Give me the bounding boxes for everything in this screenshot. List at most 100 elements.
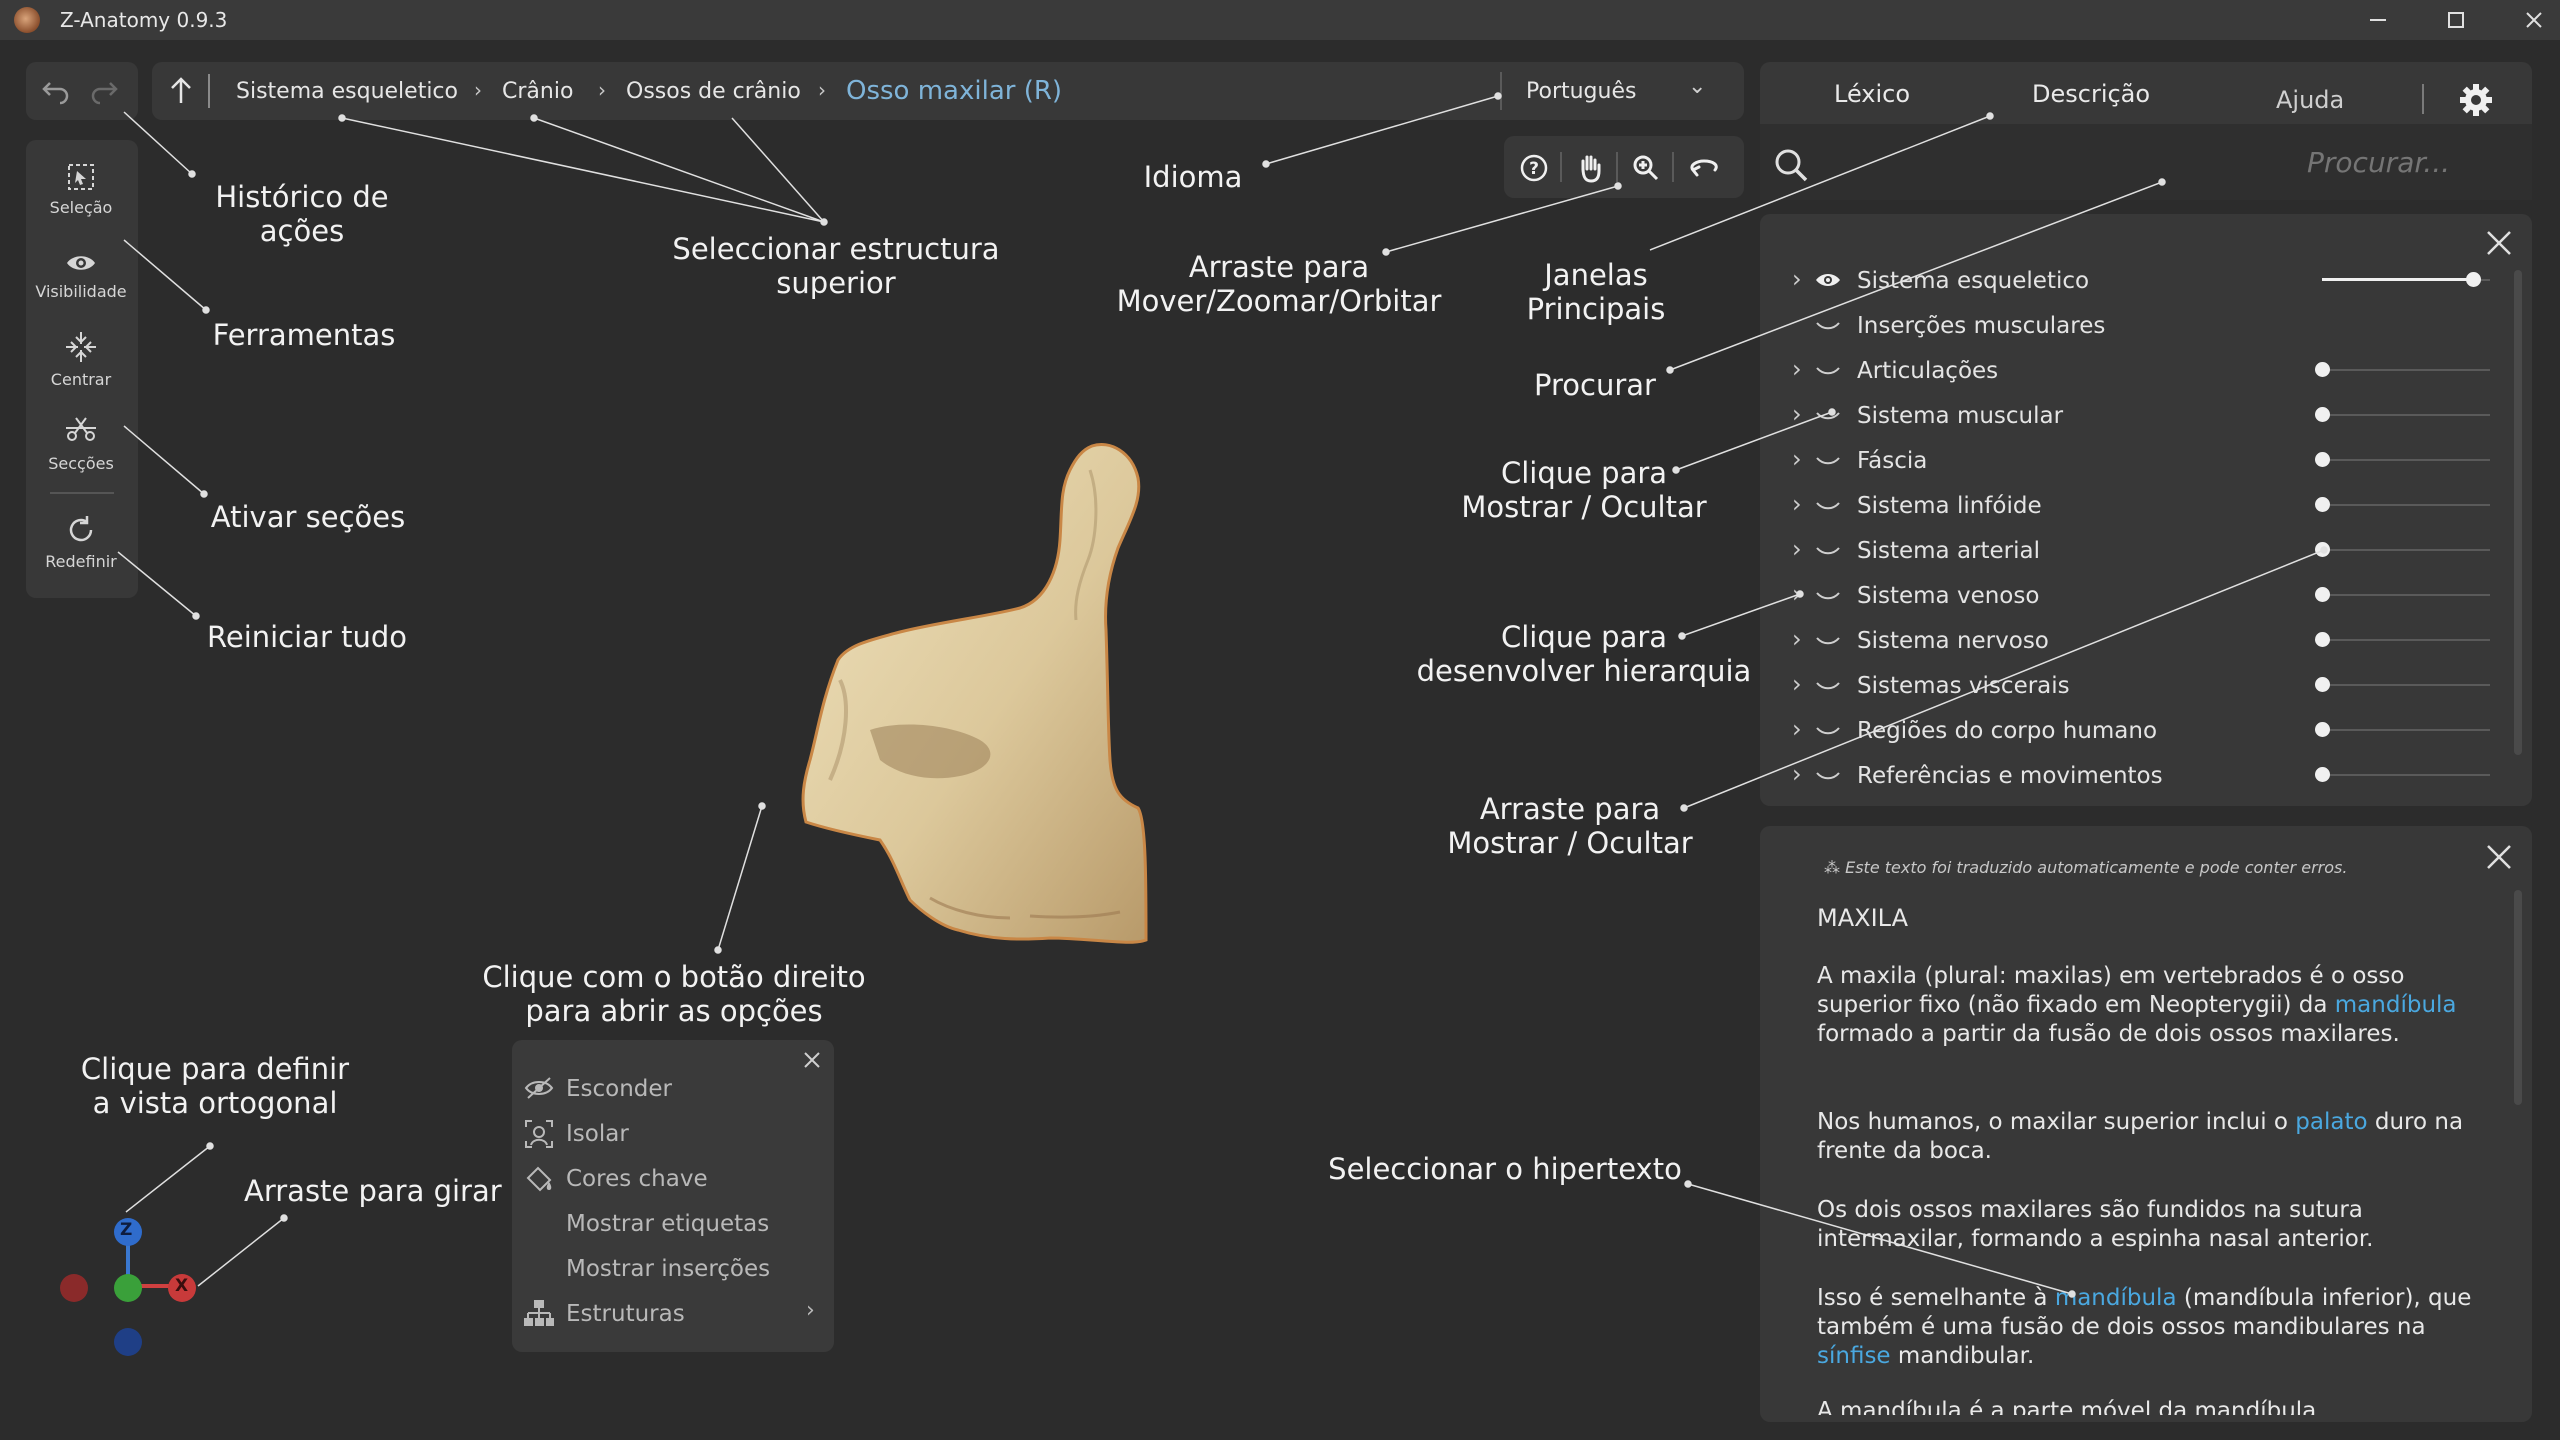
- layer-row[interactable]: › Sistemas viscerais: [1782, 663, 2502, 708]
- layer-row[interactable]: › Referências e movimentos: [1782, 753, 2502, 798]
- search-input[interactable]: [1830, 140, 2450, 184]
- close-icon[interactable]: [2482, 226, 2516, 260]
- opacity-slider-handle[interactable]: [2315, 677, 2330, 692]
- up-arrow-button[interactable]: [162, 72, 200, 110]
- layer-row[interactable]: › Sistema muscular: [1782, 393, 2502, 438]
- chevron-right-icon[interactable]: ›: [1792, 355, 1802, 383]
- opacity-slider-handle[interactable]: [2315, 632, 2330, 647]
- breadcrumb-item-cranio[interactable]: Crânio: [502, 79, 573, 104]
- context-menu-item[interactable]: Isolar: [566, 1121, 629, 1147]
- search-icon[interactable]: [1772, 146, 1812, 186]
- tab-lexico[interactable]: Léxico: [1834, 80, 1910, 108]
- chevron-right-icon[interactable]: ›: [1792, 715, 1802, 743]
- tab-descricao[interactable]: Descrição: [2032, 80, 2150, 108]
- close-window-button[interactable]: [2504, 0, 2560, 40]
- chevron-right-icon[interactable]: ›: [1792, 625, 1802, 653]
- opacity-slider-handle[interactable]: [2315, 767, 2330, 782]
- chevron-right-icon[interactable]: ›: [1792, 760, 1802, 788]
- gear-icon[interactable]: [2456, 80, 2496, 120]
- opacity-slider-track[interactable]: [2322, 369, 2490, 371]
- opacity-slider-handle[interactable]: [2315, 542, 2330, 557]
- eye-closed-icon[interactable]: [1814, 675, 1842, 695]
- context-menu-item[interactable]: Mostrar etiquetas: [566, 1211, 769, 1237]
- opacity-slider-handle[interactable]: [2315, 497, 2330, 512]
- chevron-right-icon[interactable]: ›: [1792, 535, 1802, 563]
- layer-row[interactable]: › Sistema arterial: [1782, 528, 2502, 573]
- chevron-right-icon[interactable]: ›: [1792, 400, 1802, 428]
- eye-closed-icon[interactable]: [1814, 315, 1842, 335]
- opacity-slider-track[interactable]: [2322, 414, 2490, 416]
- opacity-slider-handle[interactable]: [2315, 587, 2330, 602]
- layers-scrollbar[interactable]: [2514, 270, 2522, 755]
- chevron-right-icon[interactable]: ›: [1792, 670, 1802, 698]
- opacity-slider-handle[interactable]: [2315, 452, 2330, 467]
- context-menu-item[interactable]: Cores chave: [566, 1166, 708, 1192]
- visibility-tool-button[interactable]: Visibilidade: [28, 250, 134, 301]
- layer-row[interactable]: › Articulações: [1782, 348, 2502, 393]
- maxilla-bone-model[interactable]: [801, 443, 1148, 944]
- eye-closed-icon[interactable]: [1814, 765, 1842, 785]
- layer-row[interactable]: › Regiões do corpo humano: [1782, 708, 2502, 753]
- breadcrumb-item-ossos[interactable]: Ossos de crânio: [626, 79, 801, 104]
- eye-closed-icon[interactable]: [1814, 585, 1842, 605]
- axis-neg-x-handle[interactable]: [60, 1274, 88, 1302]
- opacity-slider-track[interactable]: [2322, 594, 2490, 596]
- opacity-slider-track[interactable]: [2322, 504, 2490, 506]
- close-icon[interactable]: [800, 1048, 824, 1072]
- eye-closed-icon[interactable]: [1814, 540, 1842, 560]
- hyperlink-mandibula[interactable]: mandíbula: [2055, 1285, 2177, 1311]
- hyperlink-sinfise[interactable]: sínfise: [1817, 1343, 1891, 1369]
- hyperlink-palato[interactable]: palato: [2295, 1109, 2367, 1135]
- maximize-button[interactable]: [2426, 0, 2486, 40]
- zoom-icon[interactable]: [1626, 148, 1666, 188]
- breadcrumb-item-sistema[interactable]: Sistema esqueletico: [236, 79, 458, 104]
- layer-row[interactable]: › Sistema linfóide: [1782, 483, 2502, 528]
- tab-ajuda[interactable]: Ajuda: [2276, 86, 2344, 114]
- eye-closed-icon[interactable]: [1814, 450, 1842, 470]
- chevron-right-icon[interactable]: ›: [1792, 580, 1802, 608]
- opacity-slider-track[interactable]: [2322, 729, 2490, 731]
- opacity-slider-handle[interactable]: [2315, 362, 2330, 377]
- layer-row[interactable]: › Sistema venoso: [1782, 573, 2502, 618]
- chevron-down-icon[interactable]: ⌄: [1688, 74, 1706, 99]
- language-select[interactable]: Português: [1526, 79, 1636, 104]
- center-tool-button[interactable]: Centrar: [28, 330, 134, 389]
- opacity-slider-track[interactable]: [2322, 774, 2490, 776]
- axis-y-handle[interactable]: [114, 1274, 142, 1302]
- hyperlink-mandibula[interactable]: mandíbula: [2335, 992, 2457, 1018]
- close-icon[interactable]: [2482, 840, 2516, 874]
- help-icon[interactable]: ?: [1514, 148, 1554, 188]
- undo-button[interactable]: [38, 74, 74, 108]
- chevron-right-icon[interactable]: ›: [1792, 445, 1802, 473]
- hand-pan-icon[interactable]: [1570, 148, 1610, 188]
- reset-tool-button[interactable]: Redefinir: [28, 514, 134, 571]
- opacity-slider-track[interactable]: [2322, 549, 2490, 551]
- layer-row[interactable]: › Fáscia: [1782, 438, 2502, 483]
- eye-closed-icon[interactable]: [1814, 405, 1842, 425]
- eye-icon[interactable]: [1814, 270, 1842, 290]
- opacity-slider-handle[interactable]: [2315, 722, 2330, 737]
- layer-row[interactable]: › Sistema esqueletico: [1782, 258, 2502, 303]
- opacity-slider-handle[interactable]: [2315, 407, 2330, 422]
- opacity-slider-track[interactable]: [2322, 639, 2490, 641]
- opacity-slider-track[interactable]: [2322, 684, 2490, 686]
- context-menu-item[interactable]: Esconder: [566, 1076, 672, 1102]
- orbit-icon[interactable]: [1684, 148, 1724, 188]
- selection-tool-button[interactable]: Seleção: [28, 162, 134, 217]
- eye-closed-icon[interactable]: [1814, 720, 1842, 740]
- eye-closed-icon[interactable]: [1814, 495, 1842, 515]
- sections-tool-button[interactable]: Secções: [28, 414, 134, 473]
- chevron-right-icon[interactable]: ›: [1792, 490, 1802, 518]
- layer-row[interactable]: › Sistema nervoso: [1782, 618, 2502, 663]
- description-scrollbar[interactable]: [2514, 890, 2522, 1105]
- redo-button[interactable]: [86, 74, 122, 108]
- axis-neg-z-handle[interactable]: [114, 1328, 142, 1356]
- minimize-button[interactable]: [2348, 0, 2408, 40]
- context-menu-item[interactable]: Estruturas: [566, 1301, 685, 1327]
- eye-closed-icon[interactable]: [1814, 630, 1842, 650]
- layer-row[interactable]: Inserções musculares: [1782, 303, 2502, 348]
- opacity-slider-track[interactable]: [2322, 459, 2490, 461]
- context-menu-item[interactable]: Mostrar inserções: [566, 1256, 770, 1282]
- eye-closed-icon[interactable]: [1814, 360, 1842, 380]
- chevron-right-icon[interactable]: ›: [1792, 265, 1802, 293]
